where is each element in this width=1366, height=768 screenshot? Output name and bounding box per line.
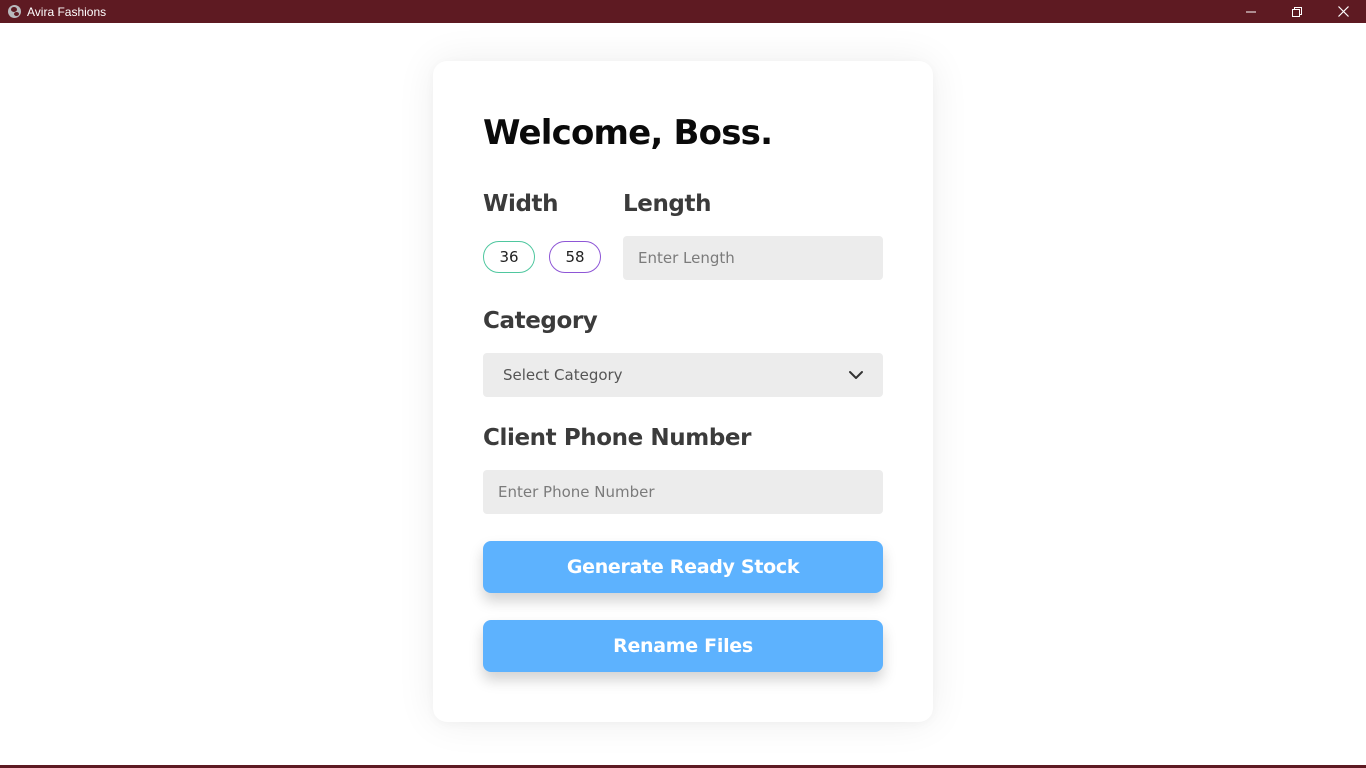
page-title: Welcome, Boss.	[483, 113, 773, 153]
minimize-button[interactable]	[1228, 0, 1274, 23]
chevron-down-icon	[847, 366, 865, 384]
width-option-58[interactable]: 58	[549, 241, 601, 273]
form-card: Welcome, Boss. Width Length 36 58 Catego…	[433, 61, 933, 722]
window-titlebar: Avira Fashions	[0, 0, 1366, 23]
width-option-36[interactable]: 36	[483, 241, 535, 273]
category-label: Category	[483, 308, 598, 334]
phone-label: Client Phone Number	[483, 425, 752, 451]
category-select-value: Select Category	[503, 366, 623, 384]
restore-button[interactable]	[1274, 0, 1320, 23]
window-title: Avira Fashions	[27, 4, 107, 19]
phone-input[interactable]	[483, 470, 883, 514]
generate-ready-stock-button[interactable]: Generate Ready Stock	[483, 541, 883, 593]
minimize-icon	[1246, 11, 1256, 12]
length-field	[623, 236, 883, 280]
restore-icon	[1292, 6, 1302, 17]
window-controls	[1228, 0, 1366, 23]
length-input[interactable]	[623, 236, 883, 280]
rename-files-button[interactable]: Rename Files	[483, 620, 883, 672]
length-label: Length	[623, 191, 712, 217]
category-select[interactable]: Select Category	[483, 353, 883, 397]
close-icon	[1337, 6, 1349, 17]
width-label: Width	[483, 191, 559, 217]
phone-field	[483, 470, 883, 514]
close-button[interactable]	[1320, 0, 1366, 23]
globe-icon	[8, 5, 21, 18]
